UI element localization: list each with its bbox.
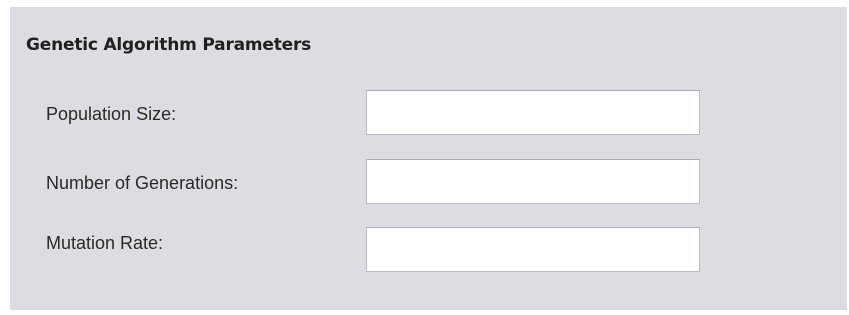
population-size-input[interactable] [366,90,700,135]
number-of-generations-input[interactable] [366,159,700,204]
parameters-panel: Genetic Algorithm Parameters Population … [10,7,847,310]
mutation-rate-label: Mutation Rate: [46,233,164,253]
population-size-label: Population Size: [46,104,177,124]
mutation-rate-input[interactable] [366,227,700,272]
panel-title: Genetic Algorithm Parameters [26,35,312,55]
number-of-generations-label: Number of Generations: [46,173,239,193]
